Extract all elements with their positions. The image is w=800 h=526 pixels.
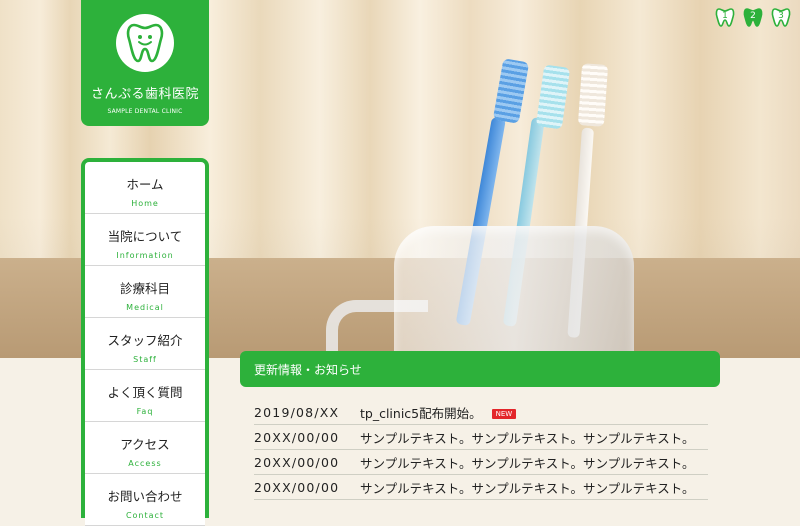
- smiling-tooth-icon: [126, 23, 164, 63]
- news-text-content: tp_clinic5配布開始。: [360, 405, 482, 421]
- slide-dot-1[interactable]: 1: [714, 6, 736, 28]
- nav-item-label: よく頂く質問: [107, 385, 183, 400]
- news-date: 20XX/00/00: [254, 479, 340, 495]
- slide-dot-label: 2: [750, 11, 756, 21]
- news-date: 20XX/00/00: [254, 454, 340, 470]
- nav-item-sublabel: Contact: [125, 511, 165, 520]
- nav-item-sublabel: Access: [128, 459, 162, 468]
- toothbrush-head-light-blue: [535, 64, 571, 130]
- nav-item-contact[interactable]: お問い合わせ Contact: [85, 474, 205, 526]
- news-title: 更新情報・お知らせ: [254, 363, 362, 377]
- clinic-subtitle: SAMPLE DENTAL CLINIC: [107, 108, 183, 115]
- news-list: 2019/08/XX tp_clinic5配布開始。 NEW 20XX/00/00…: [254, 400, 708, 500]
- nav-item-staff[interactable]: スタッフ紹介 Staff: [85, 318, 205, 370]
- nav-item-sublabel: Information: [116, 251, 174, 260]
- nav-item-sublabel: Faq: [136, 407, 154, 416]
- main-nav: ホーム Home 当院について Information 診療科目 Medical…: [81, 158, 209, 526]
- new-badge: NEW: [491, 408, 517, 419]
- slide-dot-label: 3: [778, 11, 784, 21]
- toothbrush-head-clear: [577, 63, 609, 127]
- nav-item-label: 当院について: [107, 229, 183, 244]
- news-date: 2019/08/XX: [254, 404, 340, 420]
- cup: [394, 226, 634, 358]
- slide-dot-3[interactable]: 3: [770, 6, 792, 28]
- nav-item-label: お問い合わせ: [107, 489, 183, 504]
- nav-item-label: ホーム: [126, 177, 164, 192]
- news-text: サンプルテキスト。サンプルテキスト。サンプルテキスト。: [360, 455, 695, 471]
- slider-pager: 1 2 3: [714, 6, 792, 28]
- news-item[interactable]: 20XX/00/00 サンプルテキスト。サンプルテキスト。サンプルテキスト。: [254, 450, 708, 475]
- slide-dot-label: 1: [722, 11, 728, 21]
- nav-item-access[interactable]: アクセス Access: [85, 422, 205, 474]
- news-text: tp_clinic5配布開始。 NEW: [360, 403, 517, 422]
- news-text: サンプルテキスト。サンプルテキスト。サンプルテキスト。: [360, 480, 695, 496]
- news-item[interactable]: 20XX/00/00 サンプルテキスト。サンプルテキスト。サンプルテキスト。: [254, 425, 708, 450]
- news-date: 20XX/00/00: [254, 429, 340, 445]
- nav-item-home[interactable]: ホーム Home: [85, 162, 205, 214]
- nav-item-label: スタッフ紹介: [107, 333, 183, 348]
- news-heading: 更新情報・お知らせ: [240, 351, 720, 387]
- slide-dot-2[interactable]: 2: [742, 6, 764, 28]
- news-item[interactable]: 20XX/00/00 サンプルテキスト。サンプルテキスト。サンプルテキスト。: [254, 475, 708, 500]
- nav-item-sublabel: Home: [131, 199, 159, 208]
- logo-badge: [116, 14, 174, 72]
- clinic-name: さんぷる歯科医院: [90, 87, 199, 102]
- site-logo[interactable]: さんぷる歯科医院 SAMPLE DENTAL CLINIC: [81, 0, 209, 126]
- news-text: サンプルテキスト。サンプルテキスト。サンプルテキスト。: [360, 430, 695, 446]
- nav-item-sublabel: Staff: [133, 355, 157, 364]
- toothbrush-head-blue: [492, 58, 530, 124]
- nav-item-label: アクセス: [120, 437, 170, 452]
- nav-item-faq[interactable]: よく頂く質問 Faq: [85, 370, 205, 422]
- nav-item-information[interactable]: 当院について Information: [85, 214, 205, 266]
- nav-item-medical[interactable]: 診療科目 Medical: [85, 266, 205, 318]
- nav-item-sublabel: Medical: [126, 303, 164, 312]
- nav-item-label: 診療科目: [119, 281, 170, 296]
- news-item[interactable]: 2019/08/XX tp_clinic5配布開始。 NEW: [254, 400, 708, 425]
